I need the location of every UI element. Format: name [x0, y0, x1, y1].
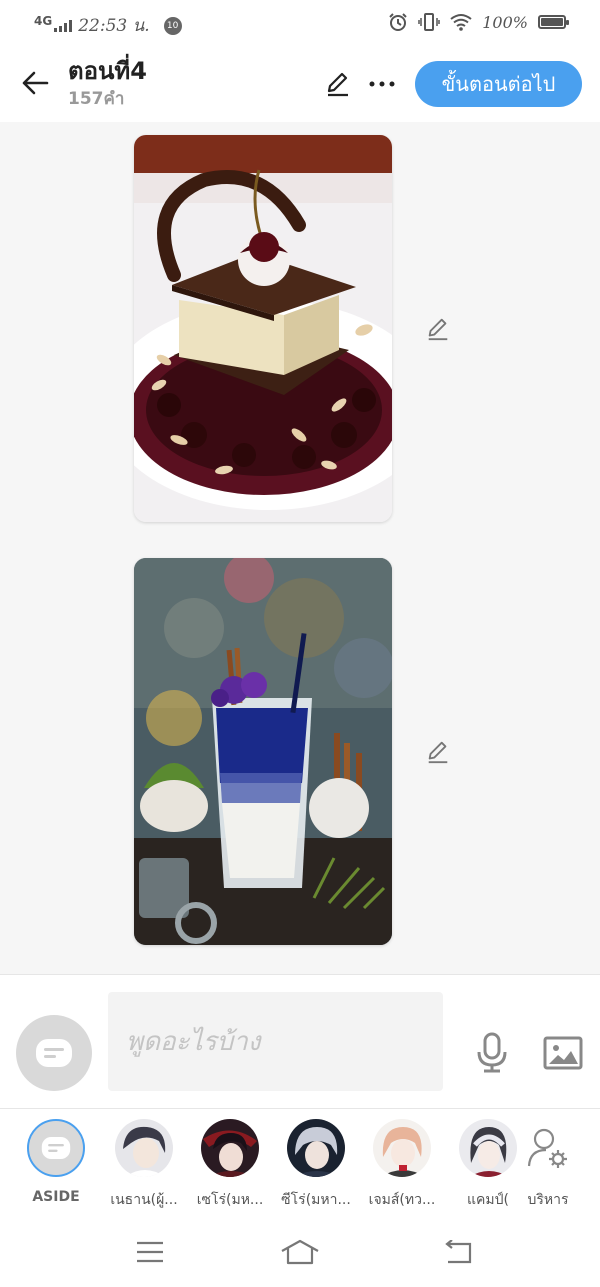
menu-button[interactable]	[130, 1236, 170, 1268]
microphone-icon	[477, 1032, 507, 1073]
avatar	[373, 1119, 431, 1177]
message-input[interactable]	[108, 992, 443, 1091]
system-nav-bar	[0, 1220, 600, 1287]
story-content	[0, 122, 600, 974]
character-label: แคมป์(	[467, 1192, 509, 1208]
return-icon	[445, 1240, 472, 1264]
microphone-button[interactable]	[472, 1031, 512, 1075]
character-label: เนธาน(ผู้...	[110, 1192, 178, 1208]
word-count: 157คำ	[68, 89, 125, 109]
character-label: เซโร่(มห...	[196, 1192, 264, 1208]
insert-image-button[interactable]	[541, 1033, 585, 1073]
edit-image-button[interactable]	[424, 315, 452, 343]
input-area	[0, 974, 600, 1108]
edit-image-button[interactable]	[424, 738, 452, 766]
battery-icon	[538, 15, 569, 29]
avatar	[201, 1119, 259, 1177]
avatar	[27, 1119, 85, 1177]
avatar	[519, 1119, 577, 1177]
character-item[interactable]: เจมส์(ทว...	[360, 1119, 444, 1211]
back-button[interactable]	[16, 64, 54, 102]
arrow-left-icon	[22, 71, 49, 95]
pencil-icon	[428, 318, 448, 341]
header: ตอนที่4 157คำ ขั้นตอนต่อไป	[0, 46, 600, 122]
character-label: บริหาร	[527, 1192, 569, 1208]
status-bar: 4G 22:53 น. 10 100%	[0, 0, 600, 46]
story-image-dessert[interactable]	[134, 135, 392, 522]
edit-title-button[interactable]	[322, 68, 354, 100]
next-step-button[interactable]: ขั้นตอนต่อไป	[415, 61, 582, 107]
home-icon	[281, 1239, 319, 1265]
menu-icon	[137, 1241, 163, 1263]
character-aside[interactable]: ASIDE	[14, 1119, 98, 1205]
more-button[interactable]	[366, 68, 398, 100]
title-box: ตอนที่4 157คำ	[68, 56, 147, 112]
character-item[interactable]: ซีโร่(มหา...	[274, 1119, 358, 1211]
battery-percent: 100%	[482, 12, 528, 32]
avatar	[115, 1119, 173, 1177]
alarm-icon	[389, 13, 407, 31]
home-button[interactable]	[280, 1236, 320, 1268]
pencil-icon	[428, 741, 448, 764]
character-item[interactable]: เซโร่(มห...	[188, 1119, 272, 1211]
character-label: ASIDE	[32, 1189, 80, 1205]
signal-icon	[54, 19, 73, 32]
page-title: ตอนที่4	[68, 57, 147, 85]
avatar	[287, 1119, 345, 1177]
image-icon	[543, 1036, 583, 1070]
dessert-image	[134, 135, 392, 522]
story-image-drink[interactable]	[134, 558, 392, 945]
manage-characters-button[interactable]: บริหาร	[506, 1119, 590, 1211]
vibrate-icon	[418, 13, 440, 31]
character-bar: ASIDE เนธาน(ผู้... เซโร่(มห... ซีโร่(มหา…	[0, 1108, 600, 1220]
back-nav-button[interactable]	[438, 1236, 478, 1268]
wifi-icon	[450, 14, 472, 31]
status-time: 22:53 น.	[78, 16, 150, 36]
user-gear-icon	[527, 1128, 567, 1168]
drink-image	[134, 558, 392, 945]
pencil-icon	[327, 72, 348, 97]
message-icon	[41, 1136, 71, 1160]
message-icon	[36, 1039, 72, 1067]
character-item[interactable]: เนธาน(ผู้...	[102, 1119, 186, 1211]
more-dots-icon	[369, 81, 395, 87]
network-type: 4G	[34, 13, 53, 28]
aside-toggle-button[interactable]	[16, 1015, 92, 1091]
character-label: ซีโร่(มหา...	[281, 1192, 351, 1208]
character-label: เจมส์(ทว...	[368, 1192, 436, 1208]
notification-badge: 10	[163, 16, 182, 35]
